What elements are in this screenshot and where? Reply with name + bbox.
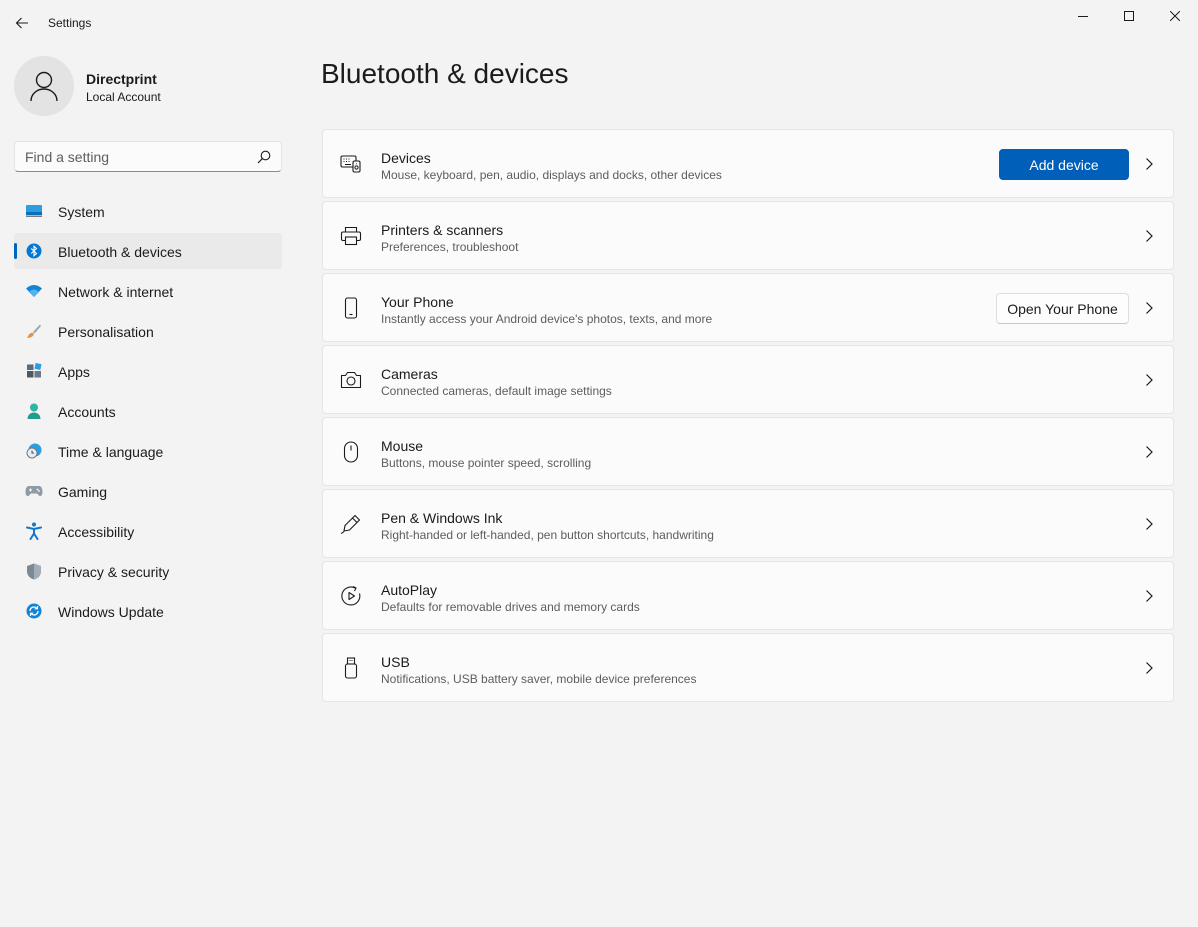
account-type: Local Account [86,90,161,104]
card-description: Connected cameras, default image setting… [381,384,612,398]
card-your-phone[interactable]: Your Phone Instantly access your Android… [322,273,1174,342]
card-usb[interactable]: USB Notifications, USB battery saver, mo… [322,633,1174,702]
close-icon [1170,10,1180,21]
search-box[interactable] [14,141,282,172]
card-cameras[interactable]: Cameras Connected cameras, default image… [322,345,1174,414]
sidebar-item-label: Personalisation [58,324,154,340]
page-title: Bluetooth & devices [321,58,569,89]
minimize-button[interactable] [1060,0,1106,31]
search-icon[interactable] [257,150,271,164]
bluetooth-icon [25,243,43,259]
chevron-right-icon [1146,518,1153,530]
sidebar-item-gaming[interactable]: Gaming [14,473,282,509]
card-title: Mouse [381,438,424,454]
back-arrow-icon [15,17,28,29]
user-profile[interactable]: Directprint Local Account [14,56,284,116]
sidebar-item-time-language[interactable]: Time & language [14,433,282,469]
card-printers-scanners[interactable]: Printers & scanners Preferences, trouble… [322,201,1174,270]
card-description: Mouse, keyboard, pen, audio, displays an… [381,168,722,182]
card-title: Pen & Windows Ink [381,510,503,526]
avatar [14,56,74,116]
brush-icon [25,323,43,339]
card-description: Defaults for removable drives and memory… [381,600,640,614]
profile-name: Directprint [86,71,157,87]
time-language-icon [25,443,43,459]
card-autoplay[interactable]: AutoPlay Defaults for removable drives a… [322,561,1174,630]
sidebar-item-label: Privacy & security [58,564,170,580]
accounts-icon [25,403,43,419]
system-display-icon [25,203,43,219]
chevron-right-icon [1146,662,1153,674]
chevron-right-icon [1146,590,1153,602]
card-mouse[interactable]: Mouse Buttons, mouse pointer speed, scro… [322,417,1174,486]
sidebar-nav: System Bluetooth & devices Network & int… [14,193,282,633]
autoplay-icon [340,585,362,607]
sidebar-item-label: Network & internet [58,284,174,300]
card-description: Buttons, mouse pointer speed, scrolling [381,456,592,470]
gamepad-icon [25,483,43,499]
sidebar-item-label: Apps [58,364,90,380]
card-title: AutoPlay [381,582,438,598]
search-input[interactable] [25,148,245,166]
sidebar-item-label: Gaming [58,484,108,500]
selection-indicator [14,243,17,259]
maximize-button[interactable] [1106,0,1152,31]
title-bar: Settings [0,0,1198,46]
open-your-phone-button[interactable]: Open Your Phone [996,293,1129,324]
camera-icon [340,369,362,391]
chevron-right-icon [1146,302,1153,314]
add-device-button[interactable]: Add device [999,149,1129,180]
card-title: Devices [381,150,431,166]
sidebar-item-accounts[interactable]: Accounts [14,393,282,429]
sidebar-item-network-internet[interactable]: Network & internet [14,273,282,309]
chevron-right-icon [1146,374,1153,386]
chevron-right-icon [1146,158,1153,170]
sidebar-item-system[interactable]: System [14,193,282,229]
card-title: Your Phone [381,294,454,310]
sidebar-item-bluetooth-devices[interactable]: Bluetooth & devices [14,233,282,269]
sidebar-item-label: Windows Update [58,604,164,620]
card-description: Notifications, USB battery saver, mobile… [381,672,697,686]
sidebar-item-label: Accessibility [58,524,135,540]
card-pen-windows-ink[interactable]: Pen & Windows Ink Right-handed or left-h… [322,489,1174,558]
sidebar-item-label: Time & language [58,444,164,460]
sidebar-item-windows-update[interactable]: Windows Update [14,593,282,629]
windows-update-icon [25,603,43,619]
sidebar-item-apps[interactable]: Apps [14,353,282,389]
card-description: Preferences, troubleshoot [381,240,519,254]
settings-list: Devices Mouse, keyboard, pen, audio, dis… [322,129,1174,705]
card-devices[interactable]: Devices Mouse, keyboard, pen, audio, dis… [322,129,1174,198]
card-description: Right-handed or left-handed, pen button … [381,528,714,542]
accessibility-icon [25,522,43,540]
phone-icon [340,297,362,319]
sidebar-item-label: System [58,204,105,220]
person-icon [30,71,58,102]
usb-icon [340,657,362,679]
sidebar-item-privacy-security[interactable]: Privacy & security [14,553,282,589]
back-button[interactable] [8,9,36,37]
pen-icon [340,513,362,535]
chevron-right-icon [1146,230,1153,242]
card-title: Printers & scanners [381,222,504,238]
devices-icon [340,153,362,175]
sidebar-item-accessibility[interactable]: Accessibility [14,513,282,549]
chevron-right-icon [1146,446,1153,458]
mouse-icon [340,441,362,463]
shield-icon [25,563,43,579]
printer-icon [340,225,362,247]
sidebar-item-personalisation[interactable]: Personalisation [14,313,282,349]
card-title: USB [381,654,410,670]
maximize-icon [1124,10,1134,21]
wifi-icon [25,283,43,299]
close-button[interactable] [1152,0,1198,31]
apps-icon [25,363,43,379]
sidebar-item-label: Accounts [58,404,116,420]
card-description: Instantly access your Android device's p… [381,312,713,326]
minimize-icon [1078,15,1088,17]
app-title: Settings [48,16,92,30]
card-title: Cameras [381,366,438,382]
sidebar-item-label: Bluetooth & devices [58,244,182,260]
